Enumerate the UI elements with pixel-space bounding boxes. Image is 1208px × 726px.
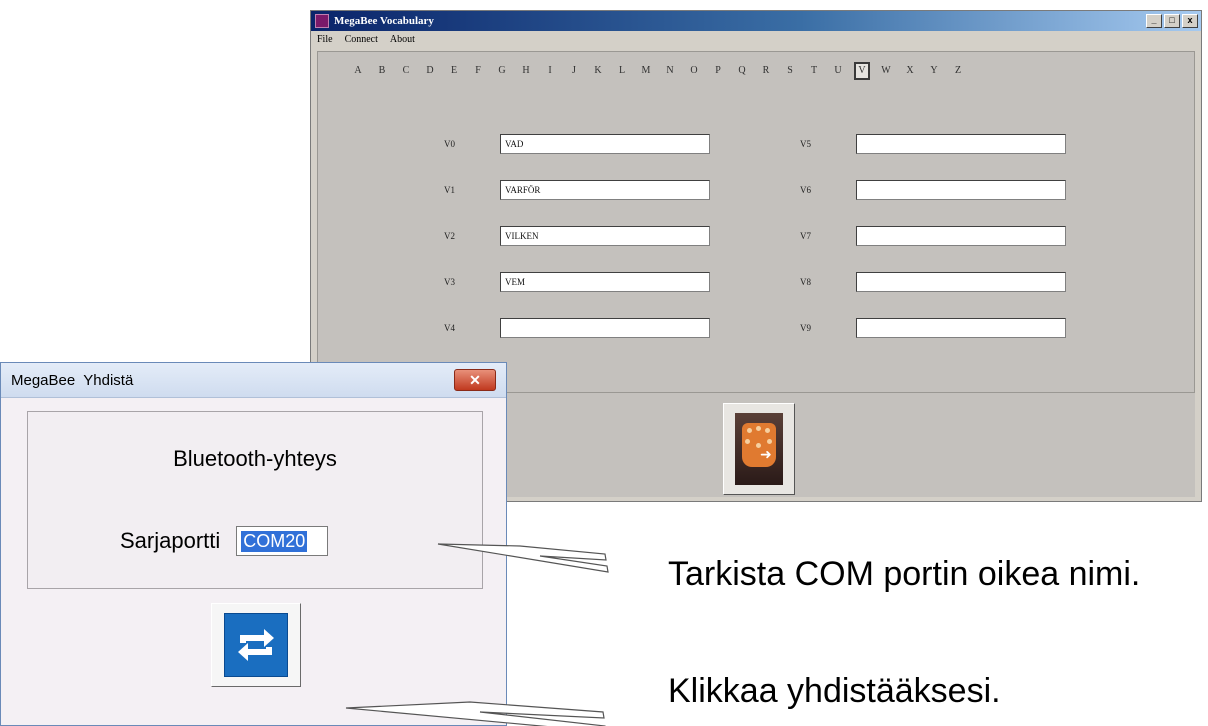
- connect-callout-arrow: [345, 701, 606, 726]
- callout-arrows: [345, 543, 609, 726]
- com-hint-text: Tarkista COM portin oikea nimi.: [668, 555, 1141, 593]
- connect-hint-text: Klikkaa yhdistääksesi.: [668, 672, 1001, 710]
- com-callout-arrow: [437, 543, 609, 573]
